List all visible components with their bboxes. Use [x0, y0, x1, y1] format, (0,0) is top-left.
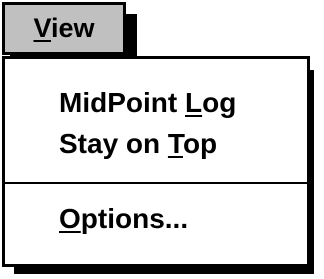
- menu-view-mnemonic: V: [33, 13, 51, 43]
- menu-item-midpoint-log[interactable]: MidPoint Log: [59, 89, 236, 117]
- menu-item-label-rest: og: [202, 87, 237, 118]
- menu-item-label-rest: ptions...: [80, 203, 189, 234]
- menu-item-stay-on-top[interactable]: Stay on Top: [59, 130, 217, 158]
- menu-separator: [5, 182, 307, 184]
- menu-item-label-rest: op: [182, 128, 218, 159]
- menu-view-label: View: [33, 15, 94, 42]
- menu-item-options[interactable]: Options...: [59, 205, 188, 233]
- menu-item-mnemonic: O: [59, 203, 81, 234]
- menu-view-label-rest: iew: [51, 13, 95, 43]
- menu-item-mnemonic: L: [184, 87, 203, 118]
- menu-item-label: MidPoint: [59, 87, 185, 118]
- view-dropdown-menu: MidPoint Log Stay on Top Options...: [2, 56, 310, 267]
- menu-item-mnemonic: T: [167, 128, 183, 159]
- menu-view[interactable]: View: [2, 2, 126, 55]
- menu-item-label: Stay on: [59, 128, 168, 159]
- menu-screen: View MidPoint Log Stay on Top Options...: [0, 0, 324, 279]
